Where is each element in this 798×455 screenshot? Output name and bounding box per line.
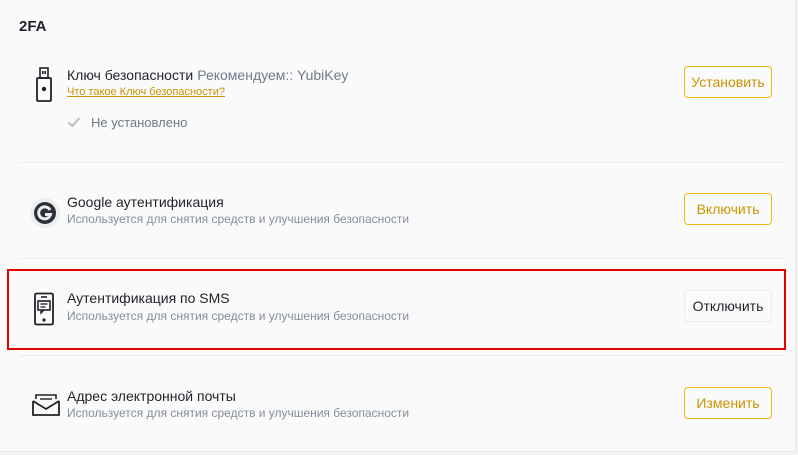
google-auth-title: Google аутентификация xyxy=(67,194,224,210)
security-key-status: Не установлено xyxy=(91,115,188,130)
divider xyxy=(20,258,784,259)
change-button[interactable]: Изменить xyxy=(684,387,772,419)
security-key-name: Ключ безопасности xyxy=(67,67,194,83)
two-factor-panel: 2FA Ключ безопасности Рекомендуем:: YubiK… xyxy=(0,0,796,452)
google-authenticator-icon xyxy=(29,197,61,234)
divider xyxy=(20,162,784,163)
install-button[interactable]: Установить xyxy=(684,66,772,98)
divider xyxy=(20,355,784,356)
check-icon xyxy=(67,115,81,134)
highlight-box xyxy=(7,269,786,350)
email-description: Используется для снятия средств и улучше… xyxy=(67,406,410,420)
security-key-recommend: Рекомендуем:: YubiKey xyxy=(197,67,349,83)
usb-security-key-icon xyxy=(34,67,54,108)
email-title: Адрес электронной почты xyxy=(67,388,236,404)
what-is-security-key-link[interactable]: Что такое Ключ безопасности? xyxy=(67,86,225,98)
security-key-title: Ключ безопасности Рекомендуем:: YubiKey xyxy=(67,67,348,83)
section-title: 2FA xyxy=(19,18,47,35)
google-auth-description: Используется для снятия средств и улучше… xyxy=(67,212,410,226)
enable-button[interactable]: Включить xyxy=(684,193,772,225)
email-icon xyxy=(31,393,61,422)
